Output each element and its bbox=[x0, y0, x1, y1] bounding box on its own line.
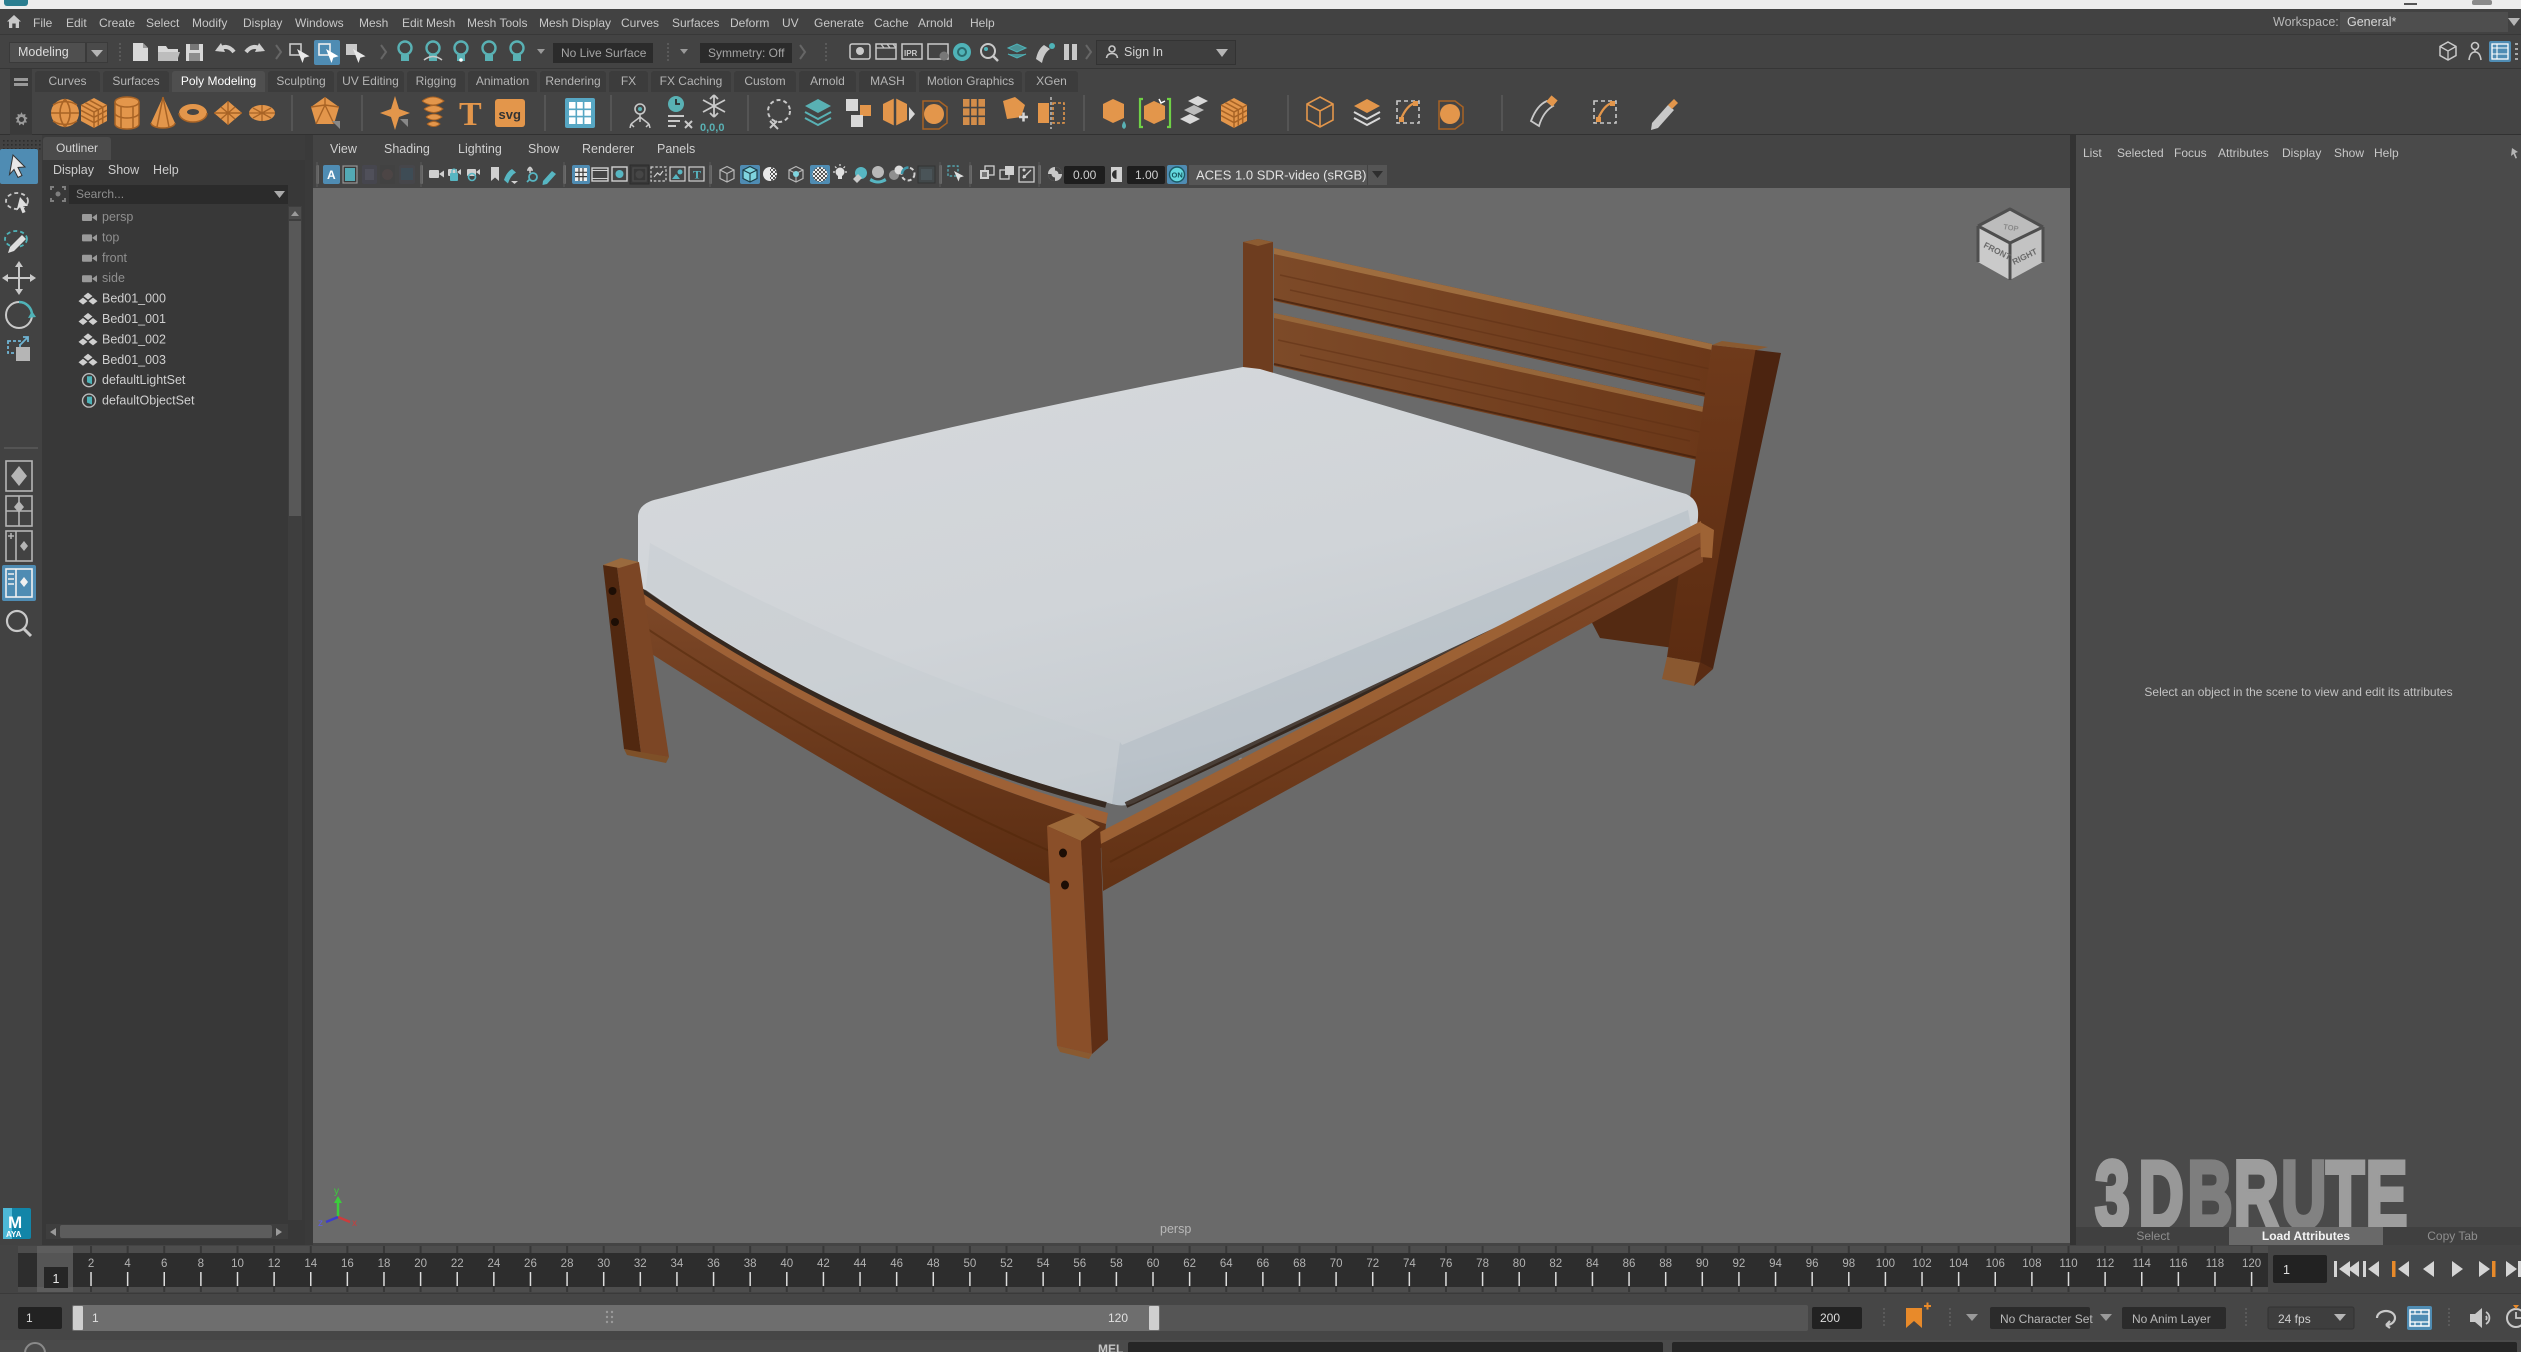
svg-text:88: 88 bbox=[1659, 1258, 1672, 1270]
svg-text:116: 116 bbox=[2169, 1258, 2187, 1270]
svg-text:96: 96 bbox=[1806, 1258, 1819, 1270]
svg-text:R: R bbox=[2234, 1151, 2279, 1227]
svg-text:B: B bbox=[2187, 1151, 2232, 1227]
svg-text:46: 46 bbox=[890, 1258, 903, 1270]
svg-text:50: 50 bbox=[964, 1258, 977, 1270]
svg-text:56: 56 bbox=[1073, 1258, 1086, 1270]
svg-text:z: z bbox=[318, 1218, 323, 1229]
svg-text:58: 58 bbox=[1110, 1258, 1123, 1270]
svg-text:106: 106 bbox=[1986, 1258, 2005, 1270]
svg-text:90: 90 bbox=[1696, 1258, 1709, 1270]
svg-text:68: 68 bbox=[1293, 1258, 1306, 1270]
svg-text:44: 44 bbox=[854, 1258, 867, 1270]
svg-text:defaultLightSet: defaultLightSet bbox=[102, 373, 186, 387]
svg-text:42: 42 bbox=[817, 1258, 830, 1270]
svg-text:70: 70 bbox=[1330, 1258, 1343, 1270]
svg-text:20: 20 bbox=[414, 1258, 427, 1270]
svg-text:28: 28 bbox=[561, 1258, 574, 1270]
svg-text:118: 118 bbox=[2206, 1258, 2224, 1270]
svg-text:ACES 1.0 SDR-video (sRGB): ACES 1.0 SDR-video (sRGB) bbox=[1196, 168, 1367, 183]
svg-text:No Character Set: No Character Set bbox=[2000, 1312, 2093, 1326]
svg-text:side: side bbox=[102, 271, 125, 285]
svg-text:52: 52 bbox=[1000, 1258, 1013, 1270]
svg-text:66: 66 bbox=[1256, 1258, 1269, 1270]
svg-text:16: 16 bbox=[341, 1258, 354, 1270]
svg-text:IPR: IPR bbox=[904, 49, 918, 58]
svg-text:T: T bbox=[2326, 1151, 2364, 1227]
svg-text:top: top bbox=[102, 230, 119, 244]
svg-text:1: 1 bbox=[53, 1272, 60, 1286]
svg-text:Bed01_003: Bed01_003 bbox=[102, 353, 166, 367]
svg-text:60: 60 bbox=[1147, 1258, 1160, 1270]
svg-text:3: 3 bbox=[2095, 1151, 2130, 1227]
svg-text:4: 4 bbox=[124, 1258, 131, 1270]
svg-text:T: T bbox=[459, 96, 482, 133]
svg-text:E: E bbox=[2366, 1151, 2408, 1227]
svg-text:22: 22 bbox=[451, 1258, 464, 1270]
svg-text:persp: persp bbox=[102, 210, 133, 224]
svg-text:2: 2 bbox=[88, 1258, 94, 1270]
svg-text:18: 18 bbox=[378, 1258, 391, 1270]
svg-text:30: 30 bbox=[597, 1258, 610, 1270]
svg-text:104: 104 bbox=[1949, 1258, 1969, 1270]
svg-text:76: 76 bbox=[1440, 1258, 1453, 1270]
svg-text:0,0,0: 0,0,0 bbox=[700, 122, 724, 134]
svg-text:8: 8 bbox=[198, 1258, 204, 1270]
svg-text:Bed01_000: Bed01_000 bbox=[102, 292, 166, 306]
svg-text:A: A bbox=[327, 168, 336, 182]
svg-text:26: 26 bbox=[524, 1258, 537, 1270]
svg-text:y: y bbox=[334, 1186, 339, 1197]
svg-text:72: 72 bbox=[1366, 1258, 1379, 1270]
svg-text:54: 54 bbox=[1037, 1258, 1050, 1270]
svg-text:112: 112 bbox=[2096, 1258, 2114, 1270]
svg-text:108: 108 bbox=[2022, 1258, 2041, 1270]
svg-text:T: T bbox=[693, 168, 701, 182]
svg-text:front: front bbox=[102, 251, 128, 265]
svg-text:1: 1 bbox=[2283, 1263, 2290, 1277]
svg-text:ON: ON bbox=[1172, 171, 1183, 180]
svg-text:110: 110 bbox=[2059, 1258, 2077, 1270]
svg-text:12: 12 bbox=[268, 1258, 281, 1270]
svg-text:94: 94 bbox=[1769, 1258, 1782, 1270]
svg-text:62: 62 bbox=[1183, 1258, 1196, 1270]
svg-text:86: 86 bbox=[1623, 1258, 1636, 1270]
svg-text:14: 14 bbox=[304, 1258, 317, 1270]
svg-text:92: 92 bbox=[1733, 1258, 1746, 1270]
svg-text:98: 98 bbox=[1842, 1258, 1855, 1270]
svg-text:No Anim Layer: No Anim Layer bbox=[2132, 1312, 2211, 1326]
svg-text:74: 74 bbox=[1403, 1258, 1416, 1270]
svg-text:64: 64 bbox=[1220, 1258, 1233, 1270]
svg-text:48: 48 bbox=[927, 1258, 940, 1270]
svg-text:114: 114 bbox=[2133, 1258, 2152, 1270]
svg-text:84: 84 bbox=[1586, 1258, 1599, 1270]
svg-text:38: 38 bbox=[744, 1258, 757, 1270]
svg-text:AYA: AYA bbox=[6, 1230, 22, 1239]
svg-text:34: 34 bbox=[671, 1258, 684, 1270]
svg-text:Bed01_001: Bed01_001 bbox=[102, 312, 166, 326]
svg-text:32: 32 bbox=[634, 1258, 647, 1270]
svg-text:102: 102 bbox=[1912, 1258, 1931, 1270]
svg-text:100: 100 bbox=[1876, 1258, 1895, 1270]
svg-text:24: 24 bbox=[487, 1258, 500, 1270]
svg-text:80: 80 bbox=[1513, 1258, 1526, 1270]
svg-text:svg: svg bbox=[499, 107, 521, 122]
svg-text:78: 78 bbox=[1476, 1258, 1489, 1270]
svg-text:82: 82 bbox=[1549, 1258, 1562, 1270]
svg-text:0.00: 0.00 bbox=[1073, 168, 1097, 182]
svg-text:U: U bbox=[2281, 1151, 2326, 1227]
svg-text:defaultObjectSet: defaultObjectSet bbox=[102, 394, 195, 408]
svg-text:40: 40 bbox=[780, 1258, 793, 1270]
svg-text:Bed01_002: Bed01_002 bbox=[102, 332, 166, 346]
svg-text:36: 36 bbox=[707, 1258, 720, 1270]
svg-text:10: 10 bbox=[231, 1258, 244, 1270]
svg-text:1.00: 1.00 bbox=[1135, 168, 1159, 182]
svg-text:x: x bbox=[352, 1218, 357, 1229]
svg-text:D: D bbox=[2139, 1151, 2184, 1227]
svg-text:120: 120 bbox=[2242, 1258, 2261, 1270]
svg-text:6: 6 bbox=[161, 1258, 167, 1270]
svg-text:24 fps: 24 fps bbox=[2278, 1312, 2311, 1326]
